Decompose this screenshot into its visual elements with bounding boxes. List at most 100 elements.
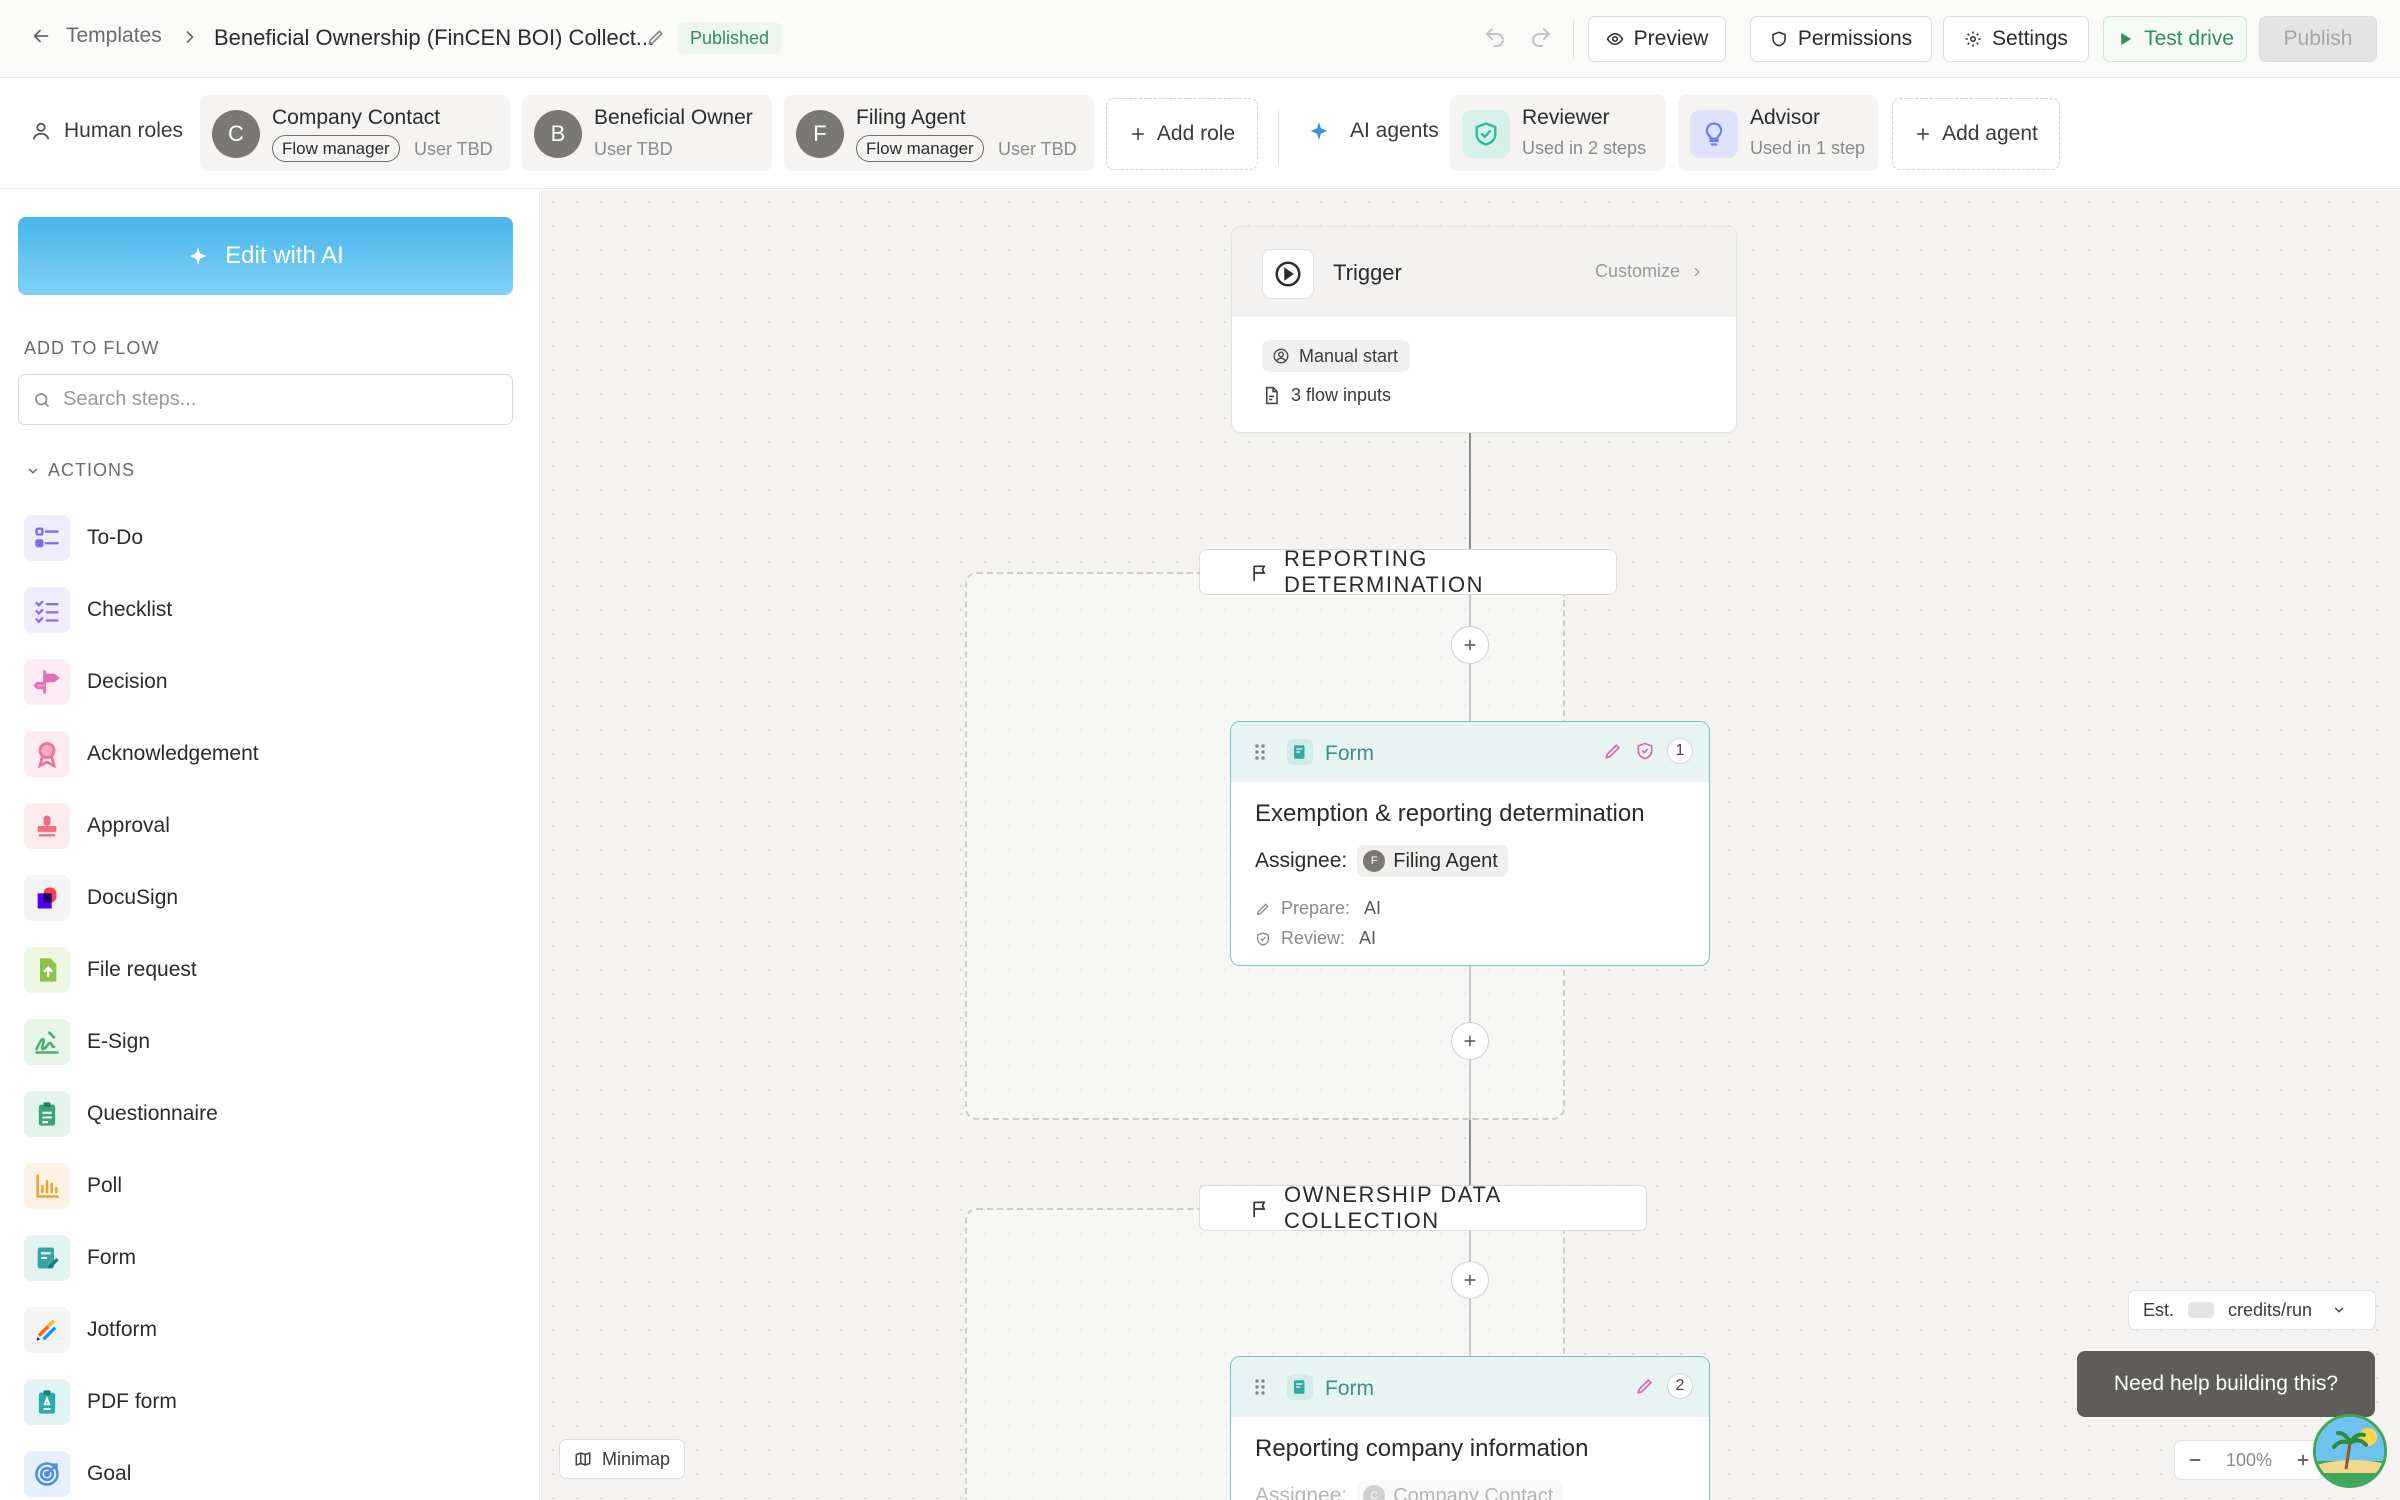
role-card-beneficial-owner[interactable]: B Beneficial Owner User TBD (522, 95, 772, 171)
action-label: E-Sign (87, 1030, 151, 1053)
add-role-label: Add role (1156, 122, 1236, 145)
minimap-label: Minimap (602, 1448, 671, 1469)
minimap-button[interactable]: Minimap (559, 1439, 686, 1479)
flag-icon (1253, 565, 1266, 582)
breadcrumb-templates[interactable]: Templates (66, 24, 162, 48)
search-icon (35, 392, 49, 407)
action-item-approval[interactable]: Approval (24, 790, 514, 862)
chevron-right-icon (186, 31, 194, 43)
role-card-filing-agent[interactable]: F Filing Agent Flow manager User TBD (784, 95, 1094, 171)
role-user: User TBD (998, 139, 1077, 159)
shield-check-icon[interactable] (1635, 741, 1655, 761)
flow-canvas[interactable]: Trigger Customize Manual start 3 flow in… (541, 190, 2400, 1500)
actions-section-toggle[interactable]: ACTIONS (26, 460, 135, 481)
stage-label-reporting[interactable]: REPORTING DETERMINATION (1199, 546, 1617, 597)
manual-start-chip: Manual start (1262, 340, 1411, 372)
add-agent-label: Add agent (1942, 122, 2038, 145)
add-agent-button[interactable]: Add agent (1892, 98, 2060, 170)
permissions-button[interactable]: Permissions (1750, 16, 1932, 62)
add-step-button[interactable] (1451, 626, 1489, 664)
jotform-icon (24, 1307, 70, 1353)
action-item-jotform[interactable]: Jotform (24, 1294, 514, 1366)
beach-avatar-icon[interactable] (2313, 1414, 2387, 1488)
review-value: AI (1359, 928, 1377, 948)
step-tools: 1 (1603, 738, 1693, 764)
stage-title: REPORTING DETERMINATION (1284, 546, 1484, 597)
search-input[interactable] (63, 388, 493, 411)
stage-label-ownership[interactable]: OWNERSHIP DATA COLLECTION (1199, 1182, 1647, 1233)
action-item-poll[interactable]: Poll (24, 1150, 514, 1222)
credits-estimate-dropdown[interactable]: Est. credits/run (2128, 1290, 2376, 1330)
step-card-2[interactable]: Form 2 Reporting company information Ass… (1230, 1356, 1710, 1500)
publish-button[interactable]: Publish (2259, 16, 2377, 62)
action-item-file-request[interactable]: File request (24, 934, 514, 1006)
review-row: Review: AI (1255, 928, 1376, 949)
plus-icon (1464, 1035, 1476, 1047)
customize-trigger-link[interactable]: Customize (1595, 261, 1704, 282)
human-roles-header: Human roles (30, 119, 183, 143)
ai-agents-header: AI agents (1308, 119, 1439, 143)
sparkle-icon (189, 246, 207, 266)
pencil-icon[interactable] (1635, 1376, 1655, 1396)
action-item-goal[interactable]: Goal (24, 1438, 514, 1500)
action-item-esign[interactable]: E-Sign (24, 1006, 514, 1078)
step-number: 1 (1667, 738, 1693, 764)
search-steps-field[interactable] (18, 374, 513, 425)
action-item-form[interactable]: Form (24, 1222, 514, 1294)
preview-button[interactable]: Preview (1588, 16, 1726, 62)
role-card-company-contact[interactable]: C Company Contact Flow manager User TBD (200, 95, 510, 171)
edit-with-ai-label: Edit with AI (225, 242, 344, 269)
customize-label: Customize (1594, 261, 1680, 281)
action-item-acknowledgement[interactable]: Acknowledgement (24, 718, 514, 790)
chevron-right-icon (1694, 267, 1700, 276)
signature-icon (24, 1019, 70, 1065)
test-drive-button[interactable]: Test drive (2103, 16, 2247, 62)
help-building-button[interactable]: Need help building this? (2077, 1351, 2375, 1417)
agent-card-reviewer[interactable]: Reviewer Used in 2 steps (1450, 95, 1666, 171)
role-name: Company Contact (272, 106, 441, 129)
shield-icon (1772, 31, 1786, 47)
pencil-icon[interactable] (646, 27, 666, 47)
target-icon (24, 1451, 70, 1497)
undo-icon[interactable] (1483, 25, 1507, 49)
action-item-decision[interactable]: Decision (24, 646, 514, 718)
bar-chart-icon (24, 1163, 70, 1209)
add-role-button[interactable]: Add role (1106, 98, 1258, 170)
action-item-checklist[interactable]: Checklist (24, 574, 514, 646)
step-title: Reporting company information (1255, 1435, 1589, 1462)
back-to-templates-link[interactable]: Templates (30, 24, 162, 48)
settings-button[interactable]: Settings (1943, 16, 2089, 62)
action-label: Decision (87, 670, 168, 693)
form-icon (24, 1235, 70, 1281)
settings-label: Settings (1992, 27, 2068, 50)
drag-handle-icon[interactable] (1253, 742, 1267, 762)
step-card-1[interactable]: Form 1 Exemption & reporting determinati… (1230, 721, 1710, 966)
page-title[interactable]: Beneficial Ownership (FinCEN BOI) Collec… (214, 25, 654, 51)
chevron-down-icon (2334, 1307, 2344, 1313)
action-item-pdf-form[interactable]: PDF form (24, 1366, 514, 1438)
eye-icon (1606, 32, 1624, 46)
action-item-docusign[interactable]: DocuSign (24, 862, 514, 934)
prepare-value: AI (1364, 898, 1382, 918)
roles-divider (1278, 109, 1279, 165)
zoom-out-icon[interactable] (2187, 1452, 2203, 1468)
flow-inputs[interactable]: 3 flow inputs (1262, 385, 1391, 406)
user-icon (32, 122, 50, 140)
agent-card-advisor[interactable]: Advisor Used in 1 step (1678, 95, 1878, 171)
add-step-button[interactable] (1451, 1022, 1489, 1060)
trigger-card[interactable]: Trigger Customize Manual start 3 flow in… (1231, 226, 1737, 433)
action-item-todo[interactable]: To-Do (24, 502, 514, 574)
assignee-chip[interactable]: F Filing Agent (1357, 845, 1508, 877)
edit-with-ai-button[interactable]: Edit with AI (18, 217, 513, 295)
redo-icon[interactable] (1529, 25, 1553, 49)
action-label: File request (87, 958, 197, 981)
zoom-in-icon[interactable] (2295, 1452, 2311, 1468)
assignee-row: Assignee: C Company Contact (1255, 1480, 1564, 1500)
action-item-questionnaire[interactable]: Questionnaire (24, 1078, 514, 1150)
add-step-button[interactable] (1451, 1261, 1489, 1299)
assignee-row: Assignee: F Filing Agent (1255, 845, 1508, 877)
pencil-icon[interactable] (1603, 741, 1623, 761)
play-circle-icon (1262, 249, 1314, 299)
assignee-chip[interactable]: C Company Contact (1357, 1480, 1564, 1500)
drag-handle-icon[interactable] (1253, 1377, 1267, 1397)
